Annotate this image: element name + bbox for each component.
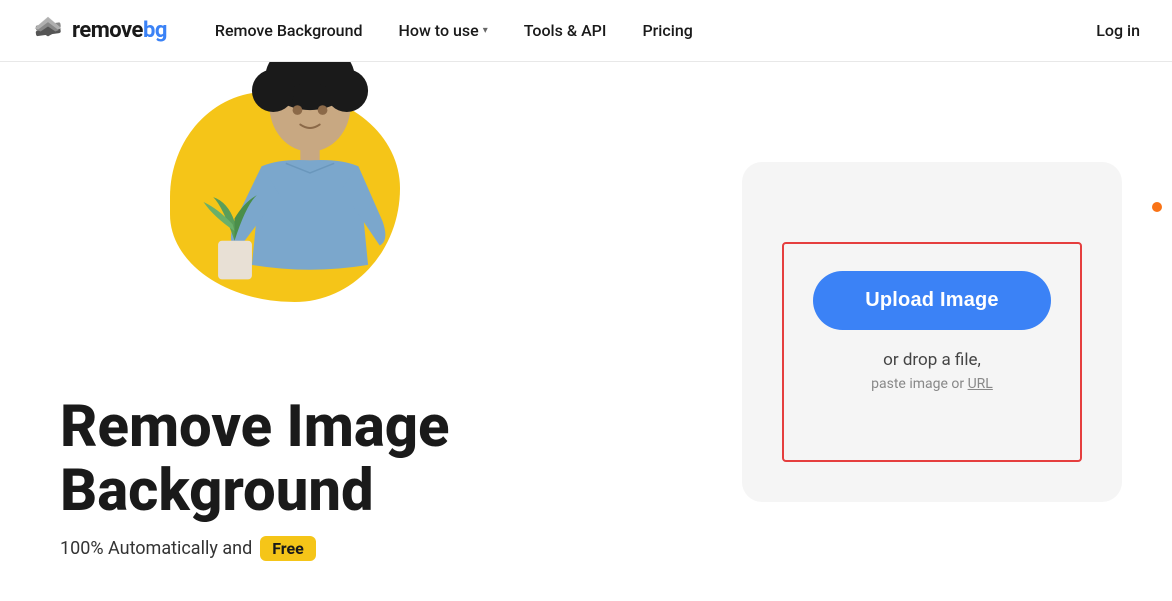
logo-icon bbox=[32, 15, 64, 47]
logo-text: removebg bbox=[72, 18, 167, 43]
url-link[interactable]: URL bbox=[968, 376, 993, 392]
free-badge: Free bbox=[260, 536, 316, 561]
person-illustration bbox=[200, 62, 420, 352]
sub-heading: 100% Automatically and Free bbox=[60, 536, 450, 561]
main-content: Remove Image Background 100% Automatical… bbox=[0, 62, 1172, 601]
login-link[interactable]: Log in bbox=[1096, 21, 1140, 40]
paste-text: paste image or URL bbox=[871, 376, 993, 392]
chevron-down-icon: ▾ bbox=[483, 25, 488, 36]
nav-item-pricing[interactable]: Pricing bbox=[642, 21, 692, 40]
left-side: Remove Image Background 100% Automatical… bbox=[0, 62, 692, 601]
hero-image-area bbox=[140, 62, 460, 372]
upload-card: Upload Image or drop a file, paste image… bbox=[742, 162, 1122, 502]
nav-item-how-to-use[interactable]: How to use ▾ bbox=[399, 21, 488, 40]
orange-dot-decoration bbox=[1152, 202, 1162, 212]
main-heading: Remove Image Background bbox=[60, 396, 450, 524]
upload-image-button[interactable]: Upload Image bbox=[813, 271, 1051, 330]
nav-links: Remove Background How to use ▾ Tools & A… bbox=[215, 21, 1096, 40]
nav-item-remove-background[interactable]: Remove Background bbox=[215, 21, 363, 40]
drop-text: or drop a file, bbox=[883, 350, 981, 370]
logo-link[interactable]: removebg bbox=[32, 15, 167, 47]
right-side: Upload Image or drop a file, paste image… bbox=[692, 62, 1172, 601]
heading-area: Remove Image Background 100% Automatical… bbox=[60, 396, 450, 561]
navbar: removebg Remove Background How to use ▾ … bbox=[0, 0, 1172, 62]
nav-item-tools-api[interactable]: Tools & API bbox=[524, 21, 607, 40]
